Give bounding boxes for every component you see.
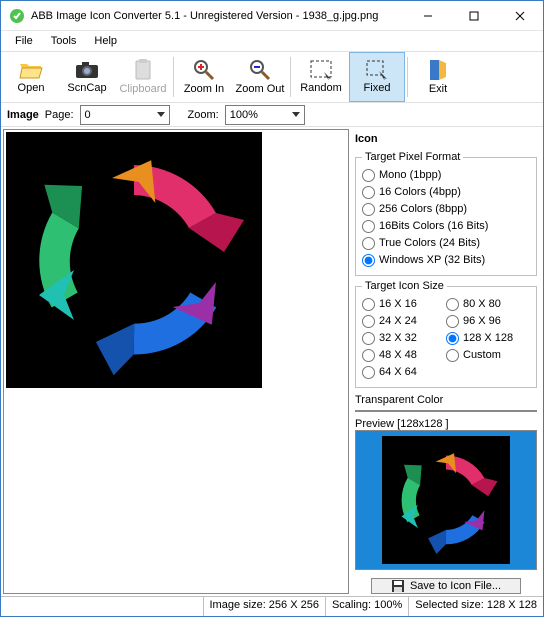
scncap-label: ScnCap — [67, 82, 106, 94]
radio-16bits[interactable]: 16Bits Colors (16 Bits) — [362, 218, 530, 235]
preview-label: Preview [128x128 ] — [355, 418, 537, 430]
radio-16[interactable]: 16 X 16 — [362, 296, 446, 313]
save-icon — [391, 579, 405, 593]
toolbar: Open ScnCap Clipboard Zoom In Zoom Out R… — [1, 51, 543, 103]
zoomin-button[interactable]: Zoom In — [176, 52, 232, 102]
preview-section: Preview [128x128 ] — [355, 418, 537, 570]
preview-box — [355, 430, 537, 570]
zoomin-label: Zoom In — [184, 83, 224, 95]
exit-button[interactable]: Exit — [410, 52, 466, 102]
open-label: Open — [18, 82, 45, 94]
fixed-button[interactable]: Fixed — [349, 52, 405, 102]
menu-help[interactable]: Help — [86, 33, 125, 49]
radio-80[interactable]: 80 X 80 — [446, 296, 530, 313]
zoomout-button[interactable]: Zoom Out — [232, 52, 288, 102]
save-label: Save to Icon File... — [410, 580, 501, 592]
zoom-combo[interactable]: 100% — [225, 105, 305, 125]
pixel-format-group: Target Pixel Format Mono (1bpp) 16 Color… — [355, 151, 537, 276]
left-panel — [1, 127, 351, 596]
radio-mono[interactable]: Mono (1bpp) — [362, 167, 530, 184]
zoom-in-icon — [193, 59, 215, 81]
open-button[interactable]: Open — [3, 52, 59, 102]
random-button[interactable]: Random — [293, 52, 349, 102]
status-selsize: Selected size: 128 X 128 — [408, 597, 543, 616]
radio-128[interactable]: 128 X 128 — [446, 330, 530, 347]
radio-truecolors[interactable]: True Colors (24 Bits) — [362, 235, 530, 252]
zoom-value: 100% — [230, 109, 258, 121]
radio-48[interactable]: 48 X 48 — [362, 347, 446, 364]
titlebar: ABB Image Icon Converter 5.1 - Unregiste… — [1, 1, 543, 31]
image-canvas[interactable] — [3, 129, 349, 594]
scncap-button[interactable]: ScnCap — [59, 52, 115, 102]
canvas-image — [6, 132, 262, 388]
window-title: ABB Image Icon Converter 5.1 - Unregiste… — [31, 10, 405, 22]
fixed-label: Fixed — [364, 82, 391, 94]
exit-label: Exit — [429, 83, 447, 95]
radio-256colors[interactable]: 256 Colors (8bpp) — [362, 201, 530, 218]
icon-size-group: Target Icon Size 16 X 16 80 X 80 24 X 24… — [355, 280, 537, 388]
toolbar-separator — [173, 57, 174, 97]
page-value: 0 — [85, 109, 91, 121]
zoom-out-icon — [249, 59, 271, 81]
save-button[interactable]: Save to Icon File... — [371, 578, 521, 594]
chevron-down-icon — [157, 112, 165, 118]
transparent-swatch[interactable] — [355, 410, 537, 412]
toolbar-separator — [407, 57, 408, 97]
clipboard-label: Clipboard — [119, 83, 166, 95]
app-icon — [9, 8, 25, 24]
window-buttons — [405, 1, 543, 30]
preview-image — [382, 436, 510, 564]
statusbar: Image size: 256 X 256 Scaling: 100% Sele… — [1, 596, 543, 616]
zoom-label: Zoom: — [188, 109, 219, 121]
radio-custom[interactable]: Custom — [446, 347, 530, 364]
radio-32[interactable]: 32 X 32 — [362, 330, 446, 347]
maximize-button[interactable] — [451, 1, 497, 30]
icon-size-legend: Target Icon Size — [362, 280, 447, 292]
clipboard-button[interactable]: Clipboard — [115, 52, 171, 102]
transparent-label: Transparent Color — [355, 394, 537, 406]
page-label: Page: — [45, 109, 74, 121]
page-combo[interactable]: 0 — [80, 105, 170, 125]
radio-64[interactable]: 64 X 64 — [362, 364, 446, 381]
content: Icon Target Pixel Format Mono (1bpp) 16 … — [1, 127, 543, 596]
clipboard-icon — [133, 59, 153, 81]
radio-96[interactable]: 96 X 96 — [446, 313, 530, 330]
camera-icon — [75, 60, 99, 80]
image-label: Image — [7, 109, 39, 121]
exit-icon — [428, 59, 448, 81]
radio-24[interactable]: 24 X 24 — [362, 313, 446, 330]
status-imgsize: Image size: 256 X 256 — [203, 597, 325, 616]
options-bar: Image Page: 0 Zoom: 100% — [1, 103, 543, 127]
minimize-button[interactable] — [405, 1, 451, 30]
radio-16colors[interactable]: 16 Colors (4bpp) — [362, 184, 530, 201]
menu-file[interactable]: File — [7, 33, 41, 49]
random-label: Random — [300, 82, 342, 94]
random-select-icon — [310, 60, 332, 80]
radio-winxp[interactable]: Windows XP (32 Bits) — [362, 252, 530, 269]
close-button[interactable] — [497, 1, 543, 30]
pixel-format-legend: Target Pixel Format — [362, 151, 463, 163]
icon-header: Icon — [355, 131, 537, 147]
chevron-down-icon — [292, 112, 300, 118]
toolbar-separator — [290, 57, 291, 97]
menubar: File Tools Help — [1, 31, 543, 51]
zoomout-label: Zoom Out — [236, 83, 285, 95]
fixed-select-icon — [366, 60, 388, 80]
menu-tools[interactable]: Tools — [43, 33, 85, 49]
folder-open-icon — [19, 60, 43, 80]
right-panel: Icon Target Pixel Format Mono (1bpp) 16 … — [351, 127, 543, 596]
status-scaling: Scaling: 100% — [325, 597, 408, 616]
